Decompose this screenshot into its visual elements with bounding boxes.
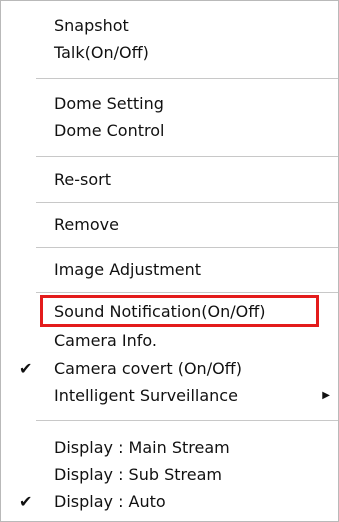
menu-separator bbox=[36, 202, 338, 203]
menu-item-label: Re-sort bbox=[54, 170, 111, 189]
menu-item-snapshot[interactable]: Snapshot bbox=[1, 12, 338, 39]
menu-item-label: Display : Auto bbox=[54, 492, 166, 511]
checkmark-icon: ✔ bbox=[19, 492, 33, 511]
menu-item-label: Intelligent Surveillance bbox=[54, 386, 238, 405]
menu-separator bbox=[36, 78, 338, 79]
menu-item-resort[interactable]: Re-sort bbox=[1, 166, 338, 193]
menu-separator bbox=[36, 292, 338, 293]
menu-item-label: Talk(On/Off) bbox=[54, 43, 149, 62]
menu-item-camera-covert[interactable]: ✔ Camera covert (On/Off) bbox=[1, 355, 338, 382]
menu-item-label: Display : Main Stream bbox=[54, 438, 230, 457]
menu-item-label: Snapshot bbox=[54, 16, 129, 35]
highlight-box bbox=[40, 295, 319, 327]
menu-separator bbox=[36, 156, 338, 157]
menu-item-label: Camera covert (On/Off) bbox=[54, 359, 242, 378]
menu-separator bbox=[36, 420, 338, 421]
menu-separator bbox=[36, 247, 338, 248]
menu-item-label: Dome Control bbox=[54, 121, 165, 140]
context-menu: Snapshot Talk(On/Off) Dome Setting Dome … bbox=[0, 0, 339, 522]
menu-item-dome-setting[interactable]: Dome Setting bbox=[1, 90, 338, 117]
menu-item-label: Image Adjustment bbox=[54, 260, 202, 279]
menu-item-label: Camera Info. bbox=[54, 331, 157, 350]
menu-item-camera-info[interactable]: Camera Info. bbox=[1, 327, 338, 354]
menu-item-intelligent-surveillance[interactable]: Intelligent Surveillance ▶ bbox=[1, 382, 338, 409]
menu-item-display-main-stream[interactable]: Display : Main Stream bbox=[1, 434, 338, 461]
menu-item-display-sub-stream[interactable]: Display : Sub Stream bbox=[1, 461, 338, 488]
submenu-arrow-icon: ▶ bbox=[322, 390, 330, 401]
menu-item-label: Dome Setting bbox=[54, 94, 164, 113]
menu-item-display-auto[interactable]: ✔ Display : Auto bbox=[1, 488, 338, 515]
menu-item-label: Display : Sub Stream bbox=[54, 465, 222, 484]
checkmark-icon: ✔ bbox=[19, 359, 33, 378]
menu-item-dome-control[interactable]: Dome Control bbox=[1, 117, 338, 144]
menu-item-remove[interactable]: Remove bbox=[1, 211, 338, 238]
menu-item-talk[interactable]: Talk(On/Off) bbox=[1, 39, 338, 66]
menu-item-label: Remove bbox=[54, 215, 119, 234]
menu-item-image-adjustment[interactable]: Image Adjustment bbox=[1, 256, 338, 283]
